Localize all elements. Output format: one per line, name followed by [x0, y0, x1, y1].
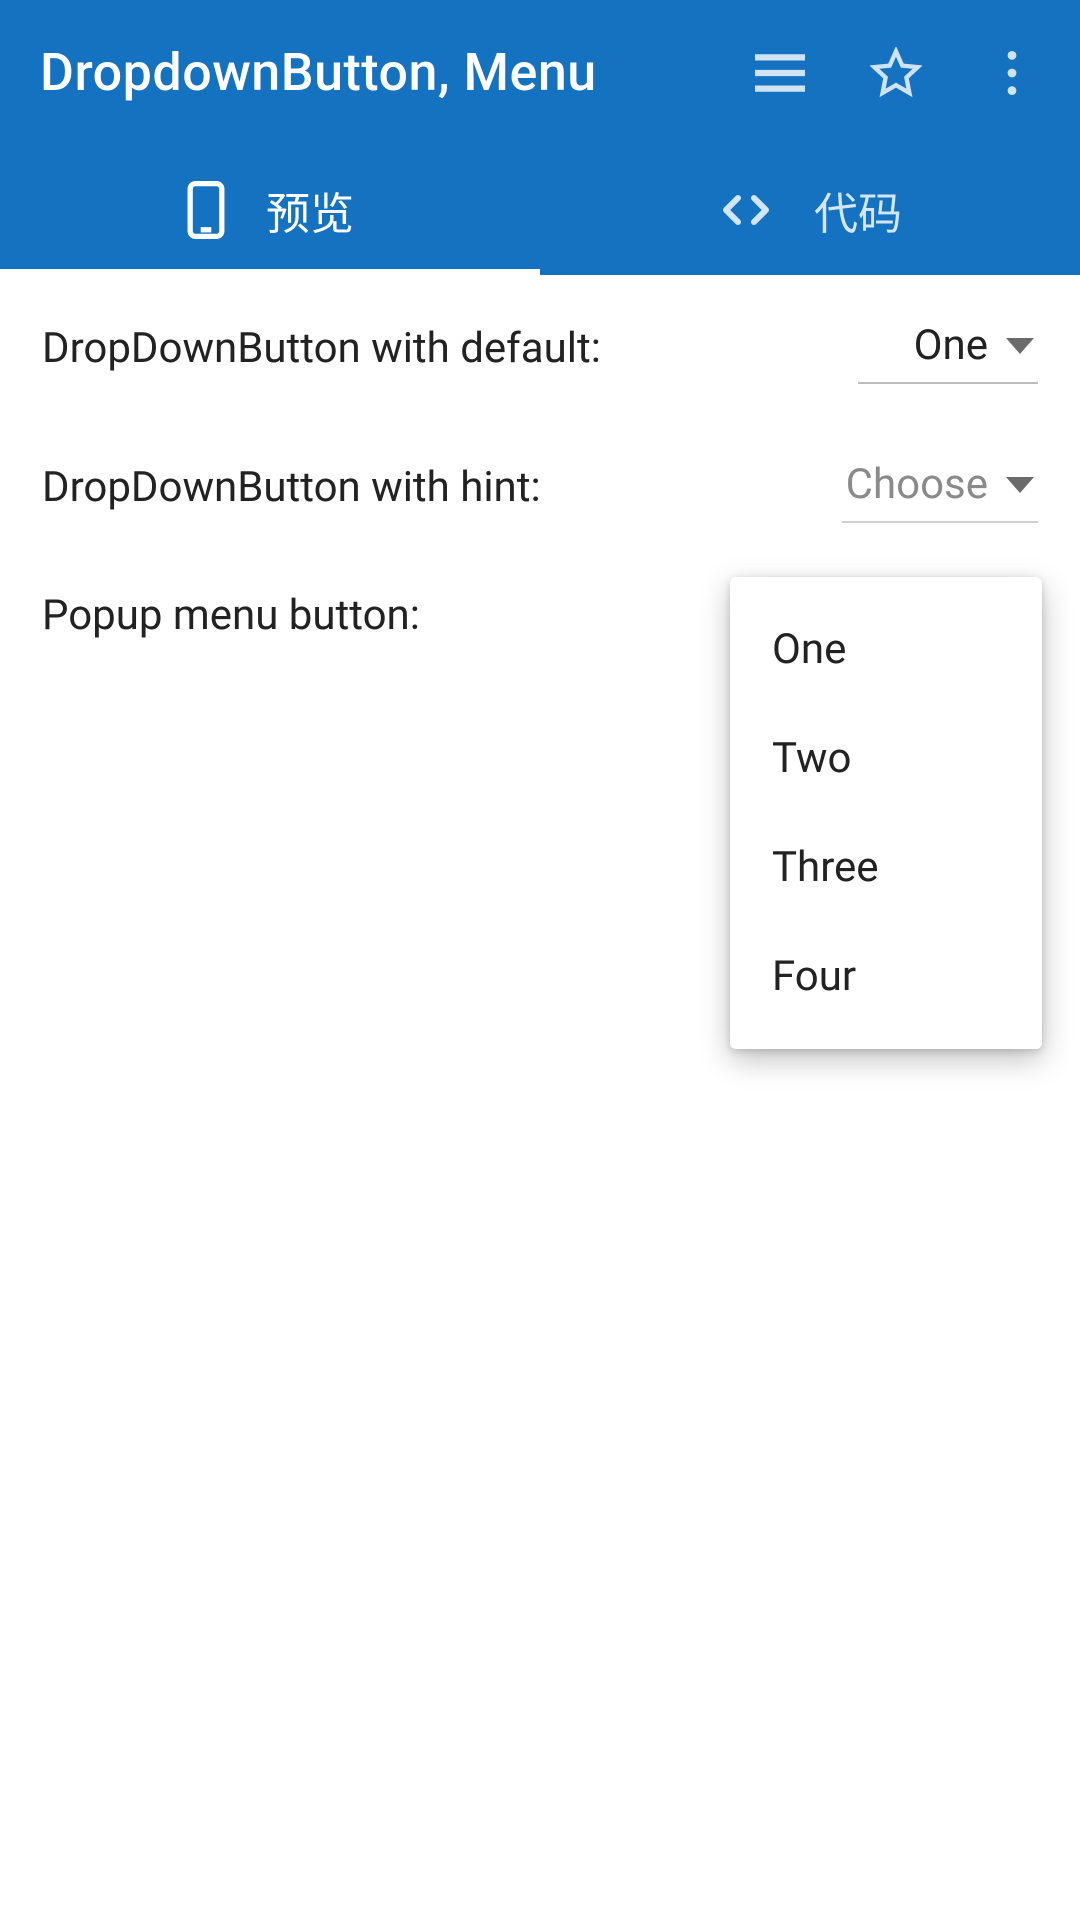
row-hint: DropDownButton with hint: Choose: [42, 452, 1038, 523]
more-vert-icon: [1006, 51, 1018, 95]
hamburger-icon: [755, 53, 805, 93]
tab-preview[interactable]: 预览: [0, 145, 540, 275]
tabs: 预览 代码: [0, 145, 1080, 275]
popup-item-one[interactable]: One: [730, 595, 1042, 704]
dropdown-hint-value: Choose: [846, 460, 988, 509]
overflow-button[interactable]: [984, 45, 1040, 101]
star-outline-icon: [870, 47, 922, 99]
popup-item-four[interactable]: Four: [730, 922, 1042, 1031]
row-default: DropDownButton with default: One: [42, 313, 1038, 384]
popup-item-two[interactable]: Two: [730, 704, 1042, 813]
dropdown-default-value: One: [914, 321, 988, 370]
tab-label: 代码: [814, 178, 902, 242]
dropdown-default[interactable]: One: [858, 313, 1038, 384]
appbar-top: DropdownButton, Menu: [0, 0, 1080, 145]
hint-label: DropDownButton with hint:: [42, 463, 541, 512]
tab-label: 预览: [266, 178, 354, 242]
popup-label: Popup menu button:: [42, 591, 420, 640]
favorite-button[interactable]: [868, 45, 924, 101]
chevron-down-icon: [1006, 477, 1034, 493]
popup-menu: One Two Three Four: [730, 577, 1042, 1049]
appbar-actions: [752, 45, 1050, 101]
tab-code[interactable]: 代码: [540, 145, 1080, 275]
appbar: DropdownButton, Menu: [0, 0, 1080, 275]
code-icon: [718, 192, 774, 228]
phone-icon: [186, 181, 226, 239]
page-title: DropdownButton, Menu: [40, 42, 752, 103]
default-label: DropDownButton with default:: [42, 324, 601, 373]
dropdown-hint[interactable]: Choose: [842, 452, 1038, 523]
chevron-down-icon: [1006, 338, 1034, 354]
menu-button[interactable]: [752, 45, 808, 101]
popup-item-three[interactable]: Three: [730, 813, 1042, 922]
